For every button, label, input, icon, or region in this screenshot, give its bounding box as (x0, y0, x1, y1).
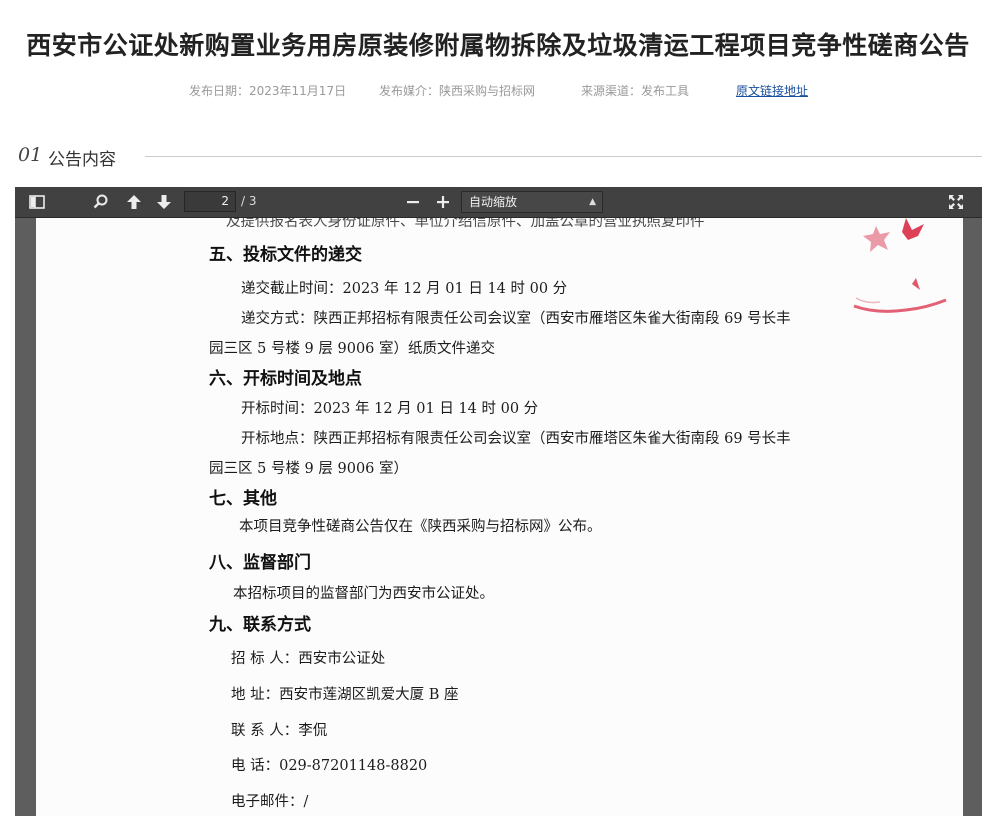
article-meta: 发布日期：2023年11月17日 发布媒介：陕西采购与招标网 来源渠道：发布工具… (0, 82, 996, 100)
zoom-select-value: 自动缩放 (469, 195, 518, 209)
section-header: 01 公告内容 (18, 144, 982, 170)
arrow-up-icon[interactable] (124, 192, 144, 212)
contact-tenderer: 招 标 人：西安市公证处 (231, 651, 386, 667)
pdf-viewer: 2 / 3 自动缩放 ▲▼ 及提供报名表人身份证原件、单位介绍信原件、加盖公章的… (15, 187, 982, 816)
publish-media: 发布媒介：陕西采购与招标网 (379, 84, 536, 98)
search-icon[interactable] (91, 192, 111, 212)
heading-9: 九、联系方式 (209, 615, 311, 635)
document-partial-line: 及提供报名表人身份证原件、单位介绍信原件、加盖公章的营业执照复印件 (226, 218, 705, 230)
page-total: / 3 (241, 194, 257, 208)
heading-7: 七、其他 (209, 489, 277, 509)
contact-email: 电子邮件：/ (231, 794, 309, 810)
contact-person: 联 系 人：李侃 (231, 723, 328, 739)
h7-line-1: 本项目竞争性磋商公告仅在《陕西采购与招标网》公布。 (239, 519, 602, 535)
pdf-toolbar: 2 / 3 自动缩放 ▲▼ (15, 187, 982, 227)
pdf-page: 及提供报名表人身份证原件、单位介绍信原件、加盖公章的营业执照复印件 五、投标文件… (36, 218, 963, 816)
section-number: 01 (18, 144, 43, 166)
h6-line-1: 开标时间：2023 年 12 月 01 日 14 时 00 分 (241, 401, 539, 417)
original-link[interactable]: 原文链接地址 (736, 82, 808, 99)
page-title: 西安市公证处新购置业务用房原装修附属物拆除及垃圾清运工程项目竞争性磋商公告 (26, 31, 970, 60)
heading-5: 五、投标文件的递交 (209, 245, 362, 265)
h5-line-3: 园三区 5 号楼 9 层 9006 室）纸质文件递交 (209, 341, 496, 357)
minus-icon[interactable] (403, 192, 423, 212)
heading-6: 六、开标时间及地点 (209, 369, 362, 389)
plus-icon[interactable] (433, 192, 453, 212)
h5-line-1: 递交截止时间：2023 年 12 月 01 日 14 时 00 分 (241, 281, 568, 297)
arrow-down-icon[interactable] (154, 192, 174, 212)
heading-8: 八、监督部门 (209, 553, 311, 573)
fullscreen-icon[interactable] (946, 192, 966, 212)
section-label: 公告内容 (48, 150, 116, 170)
page-number-input[interactable]: 2 (184, 191, 236, 212)
h8-line-1: 本招标项目的监督部门为西安市公证处。 (233, 586, 494, 602)
official-seal-stamp (853, 218, 947, 313)
h6-line-2: 开标地点：陕西正邦招标有限责任公司会议室（西安市雁塔区朱雀大街南段 69 号长丰 (241, 431, 791, 447)
contact-phone: 电 话：029-87201148-8820 (231, 758, 428, 774)
source-channel: 来源渠道：发布工具 (581, 84, 690, 98)
sidebar-toggle-icon[interactable] (27, 192, 47, 212)
publish-date: 发布日期：2023年11月17日 (189, 84, 347, 98)
h5-line-2: 递交方式：陕西正邦招标有限责任公司会议室（西安市雁塔区朱雀大街南段 69 号长丰 (241, 311, 791, 327)
contact-address: 地 址：西安市莲湖区凯爱大厦 B 座 (231, 687, 459, 703)
h6-line-3: 园三区 5 号楼 9 层 9006 室） (209, 461, 409, 477)
zoom-select[interactable]: 自动缩放 ▲▼ (461, 191, 603, 227)
section-divider (145, 156, 982, 157)
